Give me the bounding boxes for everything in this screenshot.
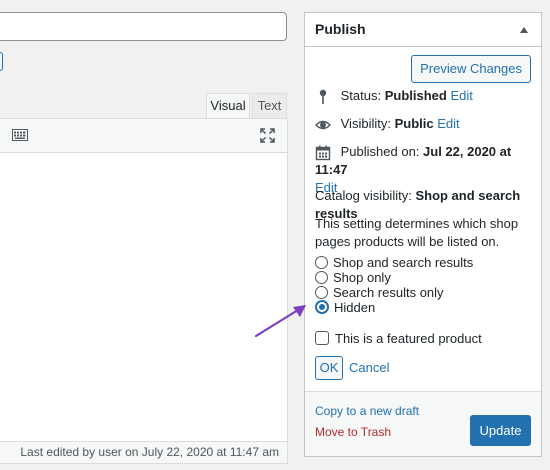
add-media-button[interactable] bbox=[0, 52, 3, 71]
visibility-value: Public bbox=[394, 116, 434, 131]
visibility-label: Visibility: bbox=[340, 116, 391, 131]
product-title-input[interactable] bbox=[0, 12, 287, 41]
publish-title: Publish bbox=[315, 21, 366, 37]
update-button[interactable]: Update bbox=[470, 415, 531, 446]
calendar-icon bbox=[315, 145, 331, 160]
move-to-trash-link[interactable]: Move to Trash bbox=[315, 425, 391, 439]
ok-button[interactable]: OK bbox=[315, 356, 343, 380]
collapse-arrow-icon[interactable] bbox=[520, 27, 528, 33]
option-label: Search results only bbox=[333, 285, 444, 300]
publish-header: Publish bbox=[305, 13, 541, 47]
published-on-label: Published on: bbox=[340, 144, 420, 159]
editor-status-bar: Last edited by user on July 22, 2020 at … bbox=[0, 441, 287, 463]
option-shop-only[interactable]: Shop only bbox=[315, 270, 391, 285]
pin-icon bbox=[319, 89, 327, 104]
radio-hidden[interactable] bbox=[315, 300, 329, 314]
eye-icon bbox=[315, 120, 331, 129]
preview-changes-button[interactable]: Preview Changes bbox=[411, 55, 531, 83]
cancel-link[interactable]: Cancel bbox=[349, 360, 389, 375]
visibility-edit-link[interactable]: Edit bbox=[437, 116, 459, 131]
editor-toolbar bbox=[0, 119, 287, 153]
featured-label: This is a featured product bbox=[335, 331, 482, 346]
option-shop-and-search[interactable]: Shop and search results bbox=[315, 255, 473, 270]
status-row: Status: Published Edit bbox=[315, 87, 535, 105]
visibility-row: Visibility: Public Edit bbox=[315, 115, 535, 133]
option-hidden[interactable]: Hidden bbox=[315, 300, 375, 315]
status-label: Status: bbox=[340, 88, 382, 103]
catalog-visibility-label: Catalog visibility: bbox=[315, 188, 412, 203]
catalog-help-text: This setting determines which shop pages… bbox=[315, 216, 519, 249]
tab-visual[interactable]: Visual bbox=[206, 93, 250, 118]
keyboard-icon[interactable] bbox=[12, 129, 28, 141]
content-editor[interactable]: Last edited by user on July 22, 2020 at … bbox=[0, 118, 288, 464]
featured-checkbox[interactable] bbox=[315, 331, 329, 345]
option-label: Shop and search results bbox=[333, 255, 474, 270]
radio-shop-only[interactable] bbox=[315, 271, 328, 284]
radio-search-only[interactable] bbox=[315, 286, 328, 299]
featured-product-row[interactable]: This is a featured product bbox=[315, 331, 482, 346]
radio-shop-and-search[interactable] bbox=[315, 256, 328, 269]
copy-to-draft-link[interactable]: Copy to a new draft bbox=[315, 404, 419, 418]
option-label: Shop only bbox=[333, 270, 391, 285]
option-label: Hidden bbox=[334, 300, 376, 315]
option-search-only[interactable]: Search results only bbox=[315, 285, 444, 300]
tab-text[interactable]: Text bbox=[252, 93, 287, 118]
publish-box: Publish Preview Changes Status: Publishe… bbox=[304, 12, 542, 457]
status-value: Published bbox=[384, 88, 447, 103]
publish-footer: Copy to a new draft Move to Trash Update bbox=[305, 391, 541, 456]
status-edit-link[interactable]: Edit bbox=[450, 88, 472, 103]
annotation-arrow-icon bbox=[254, 305, 306, 338]
fullscreen-icon[interactable] bbox=[260, 128, 275, 143]
